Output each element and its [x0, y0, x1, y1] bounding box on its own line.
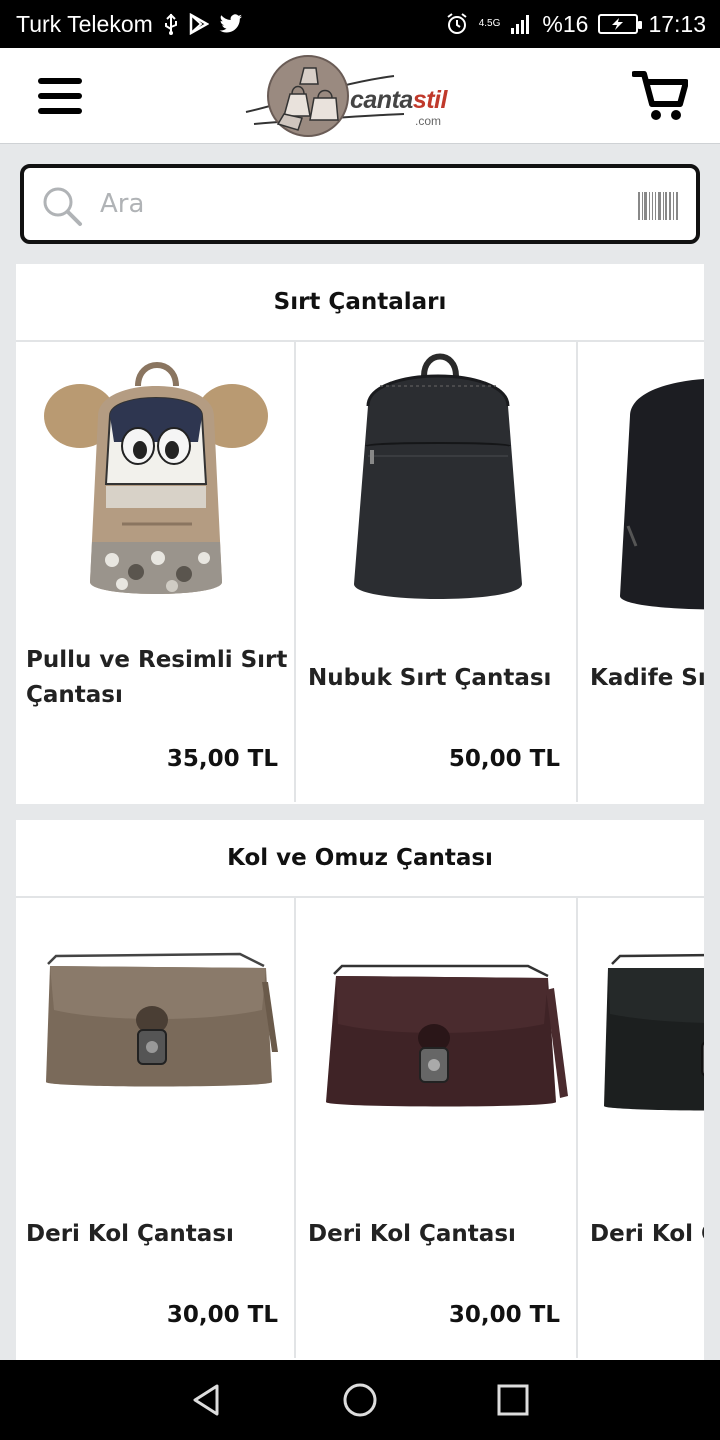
status-bar: Turk Telekom 4.5G %16 17:13	[0, 0, 720, 48]
category-section-shoulder-bags: Kol ve Omuz Çantası Deri Kol Çantası 30,…	[16, 820, 704, 1360]
app-header: cantastil .com	[0, 48, 720, 144]
product-card[interactable]: Nubuk Sırt Çantası 50,00 TL	[298, 342, 578, 802]
shopping-cart-icon[interactable]	[631, 68, 689, 124]
product-name: Deri Kol Çantası	[308, 1220, 516, 1247]
product-price: 50,00 TL	[448, 746, 560, 772]
section-title[interactable]: Sırt Çantaları	[16, 264, 704, 342]
product-name: Deri Kol Çantası	[26, 1220, 234, 1247]
clock: 17:13	[648, 10, 706, 37]
twitter-icon	[219, 14, 243, 34]
product-price: 30,00 TL	[448, 1302, 560, 1328]
battery-charging-icon	[598, 14, 643, 34]
product-price: 30,00 TL	[166, 1302, 278, 1328]
product-price: 35,00 TL	[166, 746, 278, 772]
product-card[interactable]: Deri Kol Çantası 30,00 TL	[298, 898, 578, 1358]
logo-domain: .com	[415, 114, 442, 128]
logo-wordmark: cantastil	[350, 86, 447, 115]
search-input[interactable]	[100, 182, 620, 226]
system-nav-bar	[0, 1360, 720, 1440]
product-image	[326, 964, 568, 1107]
product-image	[604, 953, 704, 1111]
product-name: Pullu ve Resimli Sırt Çantası	[26, 647, 288, 708]
search-bar[interactable]	[20, 164, 700, 244]
logo-main-text: canta	[350, 86, 413, 114]
usb-icon	[163, 13, 179, 35]
signal-icon	[510, 13, 532, 35]
product-card[interactable]: Pullu ve Resimli Sırt Çantası 35,00 TL	[16, 342, 296, 802]
product-name: Deri Kol Çantası	[590, 1220, 704, 1247]
alarm-icon	[445, 12, 469, 36]
network-type: 4.5G	[478, 18, 501, 29]
product-name: Nubuk Sırt Çantası	[308, 664, 552, 691]
barcode-scan-icon[interactable]	[638, 192, 678, 220]
product-image	[44, 362, 268, 594]
logo-accent-text: stil	[412, 86, 448, 114]
back-icon[interactable]	[183, 1376, 231, 1424]
product-image	[620, 379, 704, 610]
play-store-icon	[189, 13, 209, 35]
product-carousel[interactable]: Deri Kol Çantası 30,00 TL Deri Kol Çanta…	[16, 898, 704, 1358]
section-title[interactable]: Kol ve Omuz Çantası	[16, 820, 704, 898]
product-card[interactable]: Kadife Sırt Çantası	[580, 342, 704, 802]
product-name: Kadife Sırt Çantası	[590, 664, 704, 691]
carrier-name: Turk Telekom	[16, 10, 153, 37]
hamburger-menu-icon[interactable]	[38, 78, 82, 114]
battery-percent: %16	[542, 10, 589, 37]
product-carousel[interactable]: Pullu ve Resimli Sırt Çantası 35,00 TL N…	[16, 342, 704, 802]
home-icon[interactable]	[336, 1376, 384, 1424]
search-icon	[43, 187, 82, 226]
recents-icon[interactable]	[489, 1376, 537, 1424]
product-image	[46, 952, 278, 1087]
product-card[interactable]: Deri Kol Çantası	[580, 898, 704, 1358]
product-card[interactable]: Deri Kol Çantası 30,00 TL	[16, 898, 296, 1358]
product-image	[354, 353, 522, 599]
category-section-backpacks: Sırt Çantaları Pullu ve Resimli Sırt Çan…	[16, 264, 704, 804]
